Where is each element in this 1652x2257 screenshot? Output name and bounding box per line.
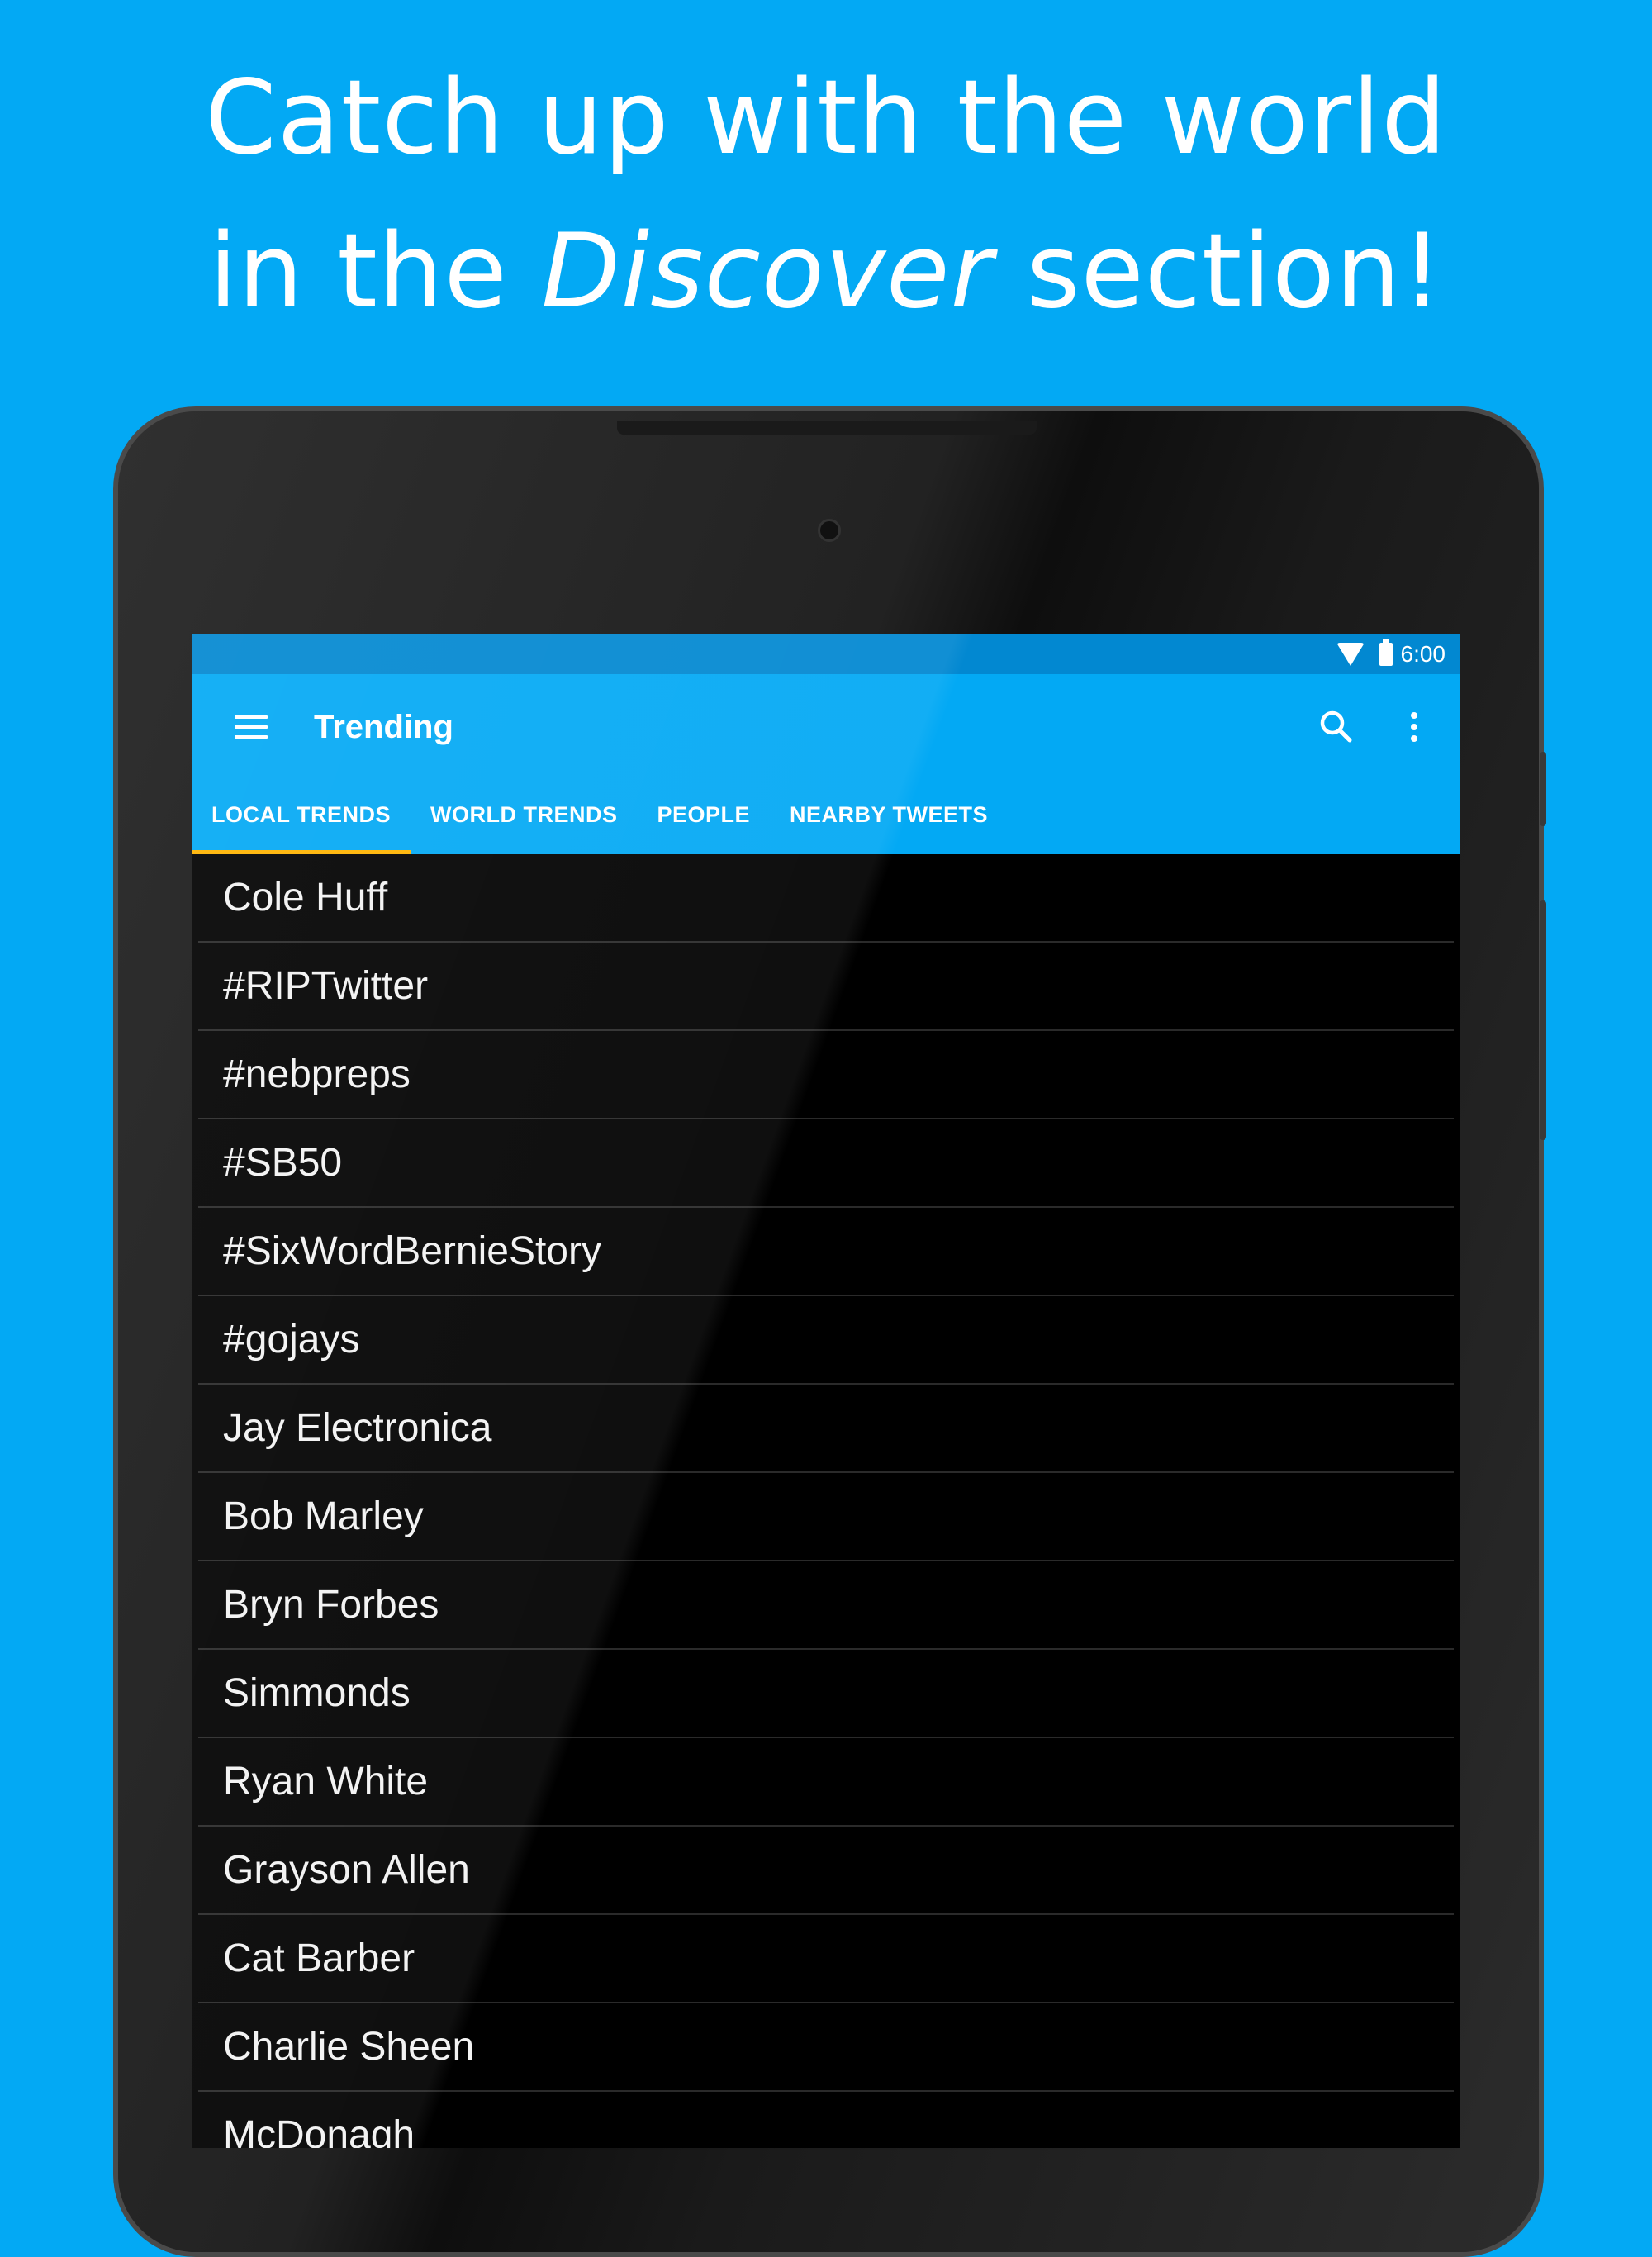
- trend-list: Cole Huff #RIPTwitter #nebpreps #SB50 #S…: [192, 854, 1460, 2148]
- trend-item[interactable]: Charlie Sheen: [198, 2003, 1454, 2092]
- trend-item[interactable]: Jay Electronica: [198, 1385, 1454, 1473]
- trend-item[interactable]: Grayson Allen: [198, 1827, 1454, 1915]
- camera-icon: [818, 519, 841, 542]
- tab-bar: LOCAL TRENDS WORLD TRENDS PEOPLE NEARBY …: [192, 780, 1460, 854]
- trend-item[interactable]: Bryn Forbes: [198, 1561, 1454, 1650]
- status-bar: 6:00: [192, 634, 1460, 674]
- tab-people[interactable]: PEOPLE: [638, 780, 771, 854]
- trend-item[interactable]: Bob Marley: [198, 1473, 1454, 1561]
- menu-icon[interactable]: [235, 715, 268, 739]
- tab-nearby-tweets[interactable]: NEARBY TWEETS: [770, 780, 1008, 854]
- headline-line-2: in the Discover section!: [0, 195, 1652, 349]
- trend-item[interactable]: #nebpreps: [198, 1031, 1454, 1119]
- trend-item[interactable]: McDonagh: [198, 2092, 1454, 2148]
- trend-item[interactable]: #SB50: [198, 1119, 1454, 1208]
- volume-button: [1540, 752, 1546, 826]
- wifi-icon: [1336, 643, 1365, 666]
- trend-item[interactable]: #SixWordBernieStory: [198, 1208, 1454, 1296]
- app-screen: 6:00 Trending LOCAL TRENDS WORLD TRENDS …: [192, 634, 1460, 2148]
- trend-item[interactable]: #RIPTwitter: [198, 943, 1454, 1031]
- headline-line-2-suffix: section!: [993, 212, 1444, 331]
- promo-headline: Catch up with the world in the Discover …: [0, 41, 1652, 349]
- headline-line-1: Catch up with the world: [205, 59, 1447, 178]
- trend-item[interactable]: Cat Barber: [198, 1915, 1454, 2003]
- headline-line-2-prefix: in the: [208, 212, 542, 331]
- tab-local-trends[interactable]: LOCAL TRENDS: [192, 780, 411, 854]
- headline-emphasis: Discover: [541, 212, 994, 331]
- tab-world-trends[interactable]: WORLD TRENDS: [411, 780, 637, 854]
- trend-item[interactable]: #gojays: [198, 1296, 1454, 1385]
- status-time: 6:00: [1400, 641, 1446, 667]
- more-vert-icon[interactable]: [1406, 702, 1422, 752]
- trend-item[interactable]: Cole Huff: [198, 854, 1454, 943]
- trend-item[interactable]: Simmonds: [198, 1650, 1454, 1738]
- speaker-grille: [617, 421, 1037, 435]
- battery-icon: [1379, 639, 1393, 666]
- trend-item[interactable]: Ryan White: [198, 1738, 1454, 1827]
- toolbar-title: Trending: [314, 708, 453, 745]
- side-button: [1540, 900, 1546, 1140]
- app-toolbar: Trending: [192, 674, 1460, 780]
- search-icon[interactable]: [1312, 702, 1361, 752]
